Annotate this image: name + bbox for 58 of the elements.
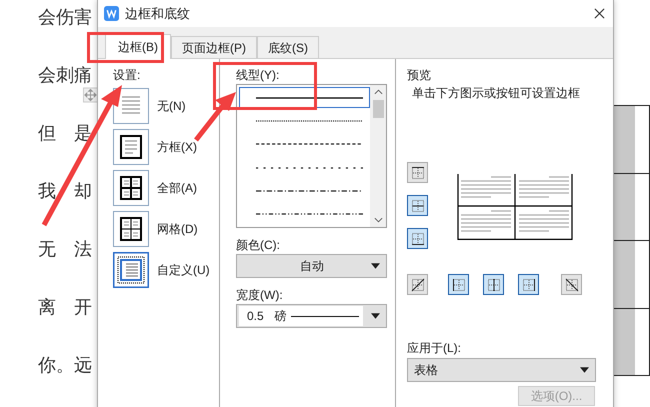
document-text: 离 开 <box>38 296 92 319</box>
border-icon <box>522 278 536 292</box>
border-toggle-button[interactable] <box>518 274 539 295</box>
border-toggle-button[interactable] <box>407 195 428 216</box>
preview-label: 预览 <box>407 67 432 83</box>
border-setting-icon[interactable] <box>113 211 149 247</box>
width-dropdown[interactable]: 0.5 磅 <box>236 304 387 328</box>
setting-label: 网格(D) <box>157 220 198 238</box>
setting-label: 无(N) <box>157 98 186 114</box>
window-title: 边框和底纹 <box>125 4 191 22</box>
border-toggle-button[interactable] <box>407 274 428 295</box>
apply-to-label: 应用于(L): <box>407 340 462 356</box>
width-label: 宽度(W): <box>236 287 284 302</box>
pointer-arrow <box>194 92 236 142</box>
color-dropdown[interactable]: 自动 <box>236 254 387 278</box>
document-text: 无 法 <box>38 238 92 261</box>
border-toggle-button[interactable] <box>483 274 504 295</box>
setting-label: 方框(X) <box>157 138 197 156</box>
move-handle-icon[interactable] <box>83 87 98 103</box>
tab[interactable]: 边框(B) <box>105 34 171 59</box>
border-icon <box>564 278 578 292</box>
line-style-option[interactable] <box>239 87 370 108</box>
line-style-label: 线型(Y): <box>236 67 280 83</box>
tab[interactable]: 页面边框(P) <box>171 36 257 58</box>
border-setting-icon[interactable] <box>113 252 149 288</box>
preview-hint: 单击下方图示或按钮可设置边框 <box>411 85 581 102</box>
border-setting-icon[interactable] <box>113 129 149 165</box>
scrollbar[interactable] <box>370 85 386 227</box>
document-text: 我 却 <box>38 180 92 203</box>
document-text: 会伤害 <box>38 6 92 29</box>
scrollbar-thumb[interactable] <box>372 100 384 118</box>
caret-icon <box>371 313 380 319</box>
scroll-down-icon[interactable] <box>374 217 382 223</box>
border-toggle-button[interactable] <box>407 162 428 183</box>
app-logo-icon <box>104 6 119 21</box>
settings-label: 设置: <box>113 67 142 83</box>
apply-to-dropdown[interactable]: 表格 <box>407 358 596 382</box>
border-toggle-button[interactable] <box>407 228 428 249</box>
document-text: 你。远 <box>38 354 92 377</box>
border-icon <box>452 278 466 292</box>
tab[interactable]: 底纹(S) <box>257 36 319 58</box>
caret-icon <box>371 263 380 269</box>
border-icon <box>410 198 424 212</box>
border-setting-icon[interactable] <box>113 170 149 206</box>
color-label: 颜色(C): <box>236 237 281 252</box>
border-icon <box>410 166 424 180</box>
border-icon <box>410 232 424 246</box>
setting-label: 全部(A) <box>157 180 197 196</box>
border-toggle-button[interactable] <box>448 274 469 295</box>
caret-icon <box>580 367 589 373</box>
document-text: 会刺痛 <box>38 64 92 87</box>
scroll-up-icon[interactable] <box>374 89 382 95</box>
document-text: 但 是 <box>38 122 92 145</box>
border-toggle-button[interactable] <box>561 274 582 295</box>
setting-label: 自定义(U) <box>157 262 210 278</box>
border-icon <box>410 278 424 292</box>
border-icon <box>486 278 500 292</box>
close-icon[interactable] <box>594 8 605 19</box>
